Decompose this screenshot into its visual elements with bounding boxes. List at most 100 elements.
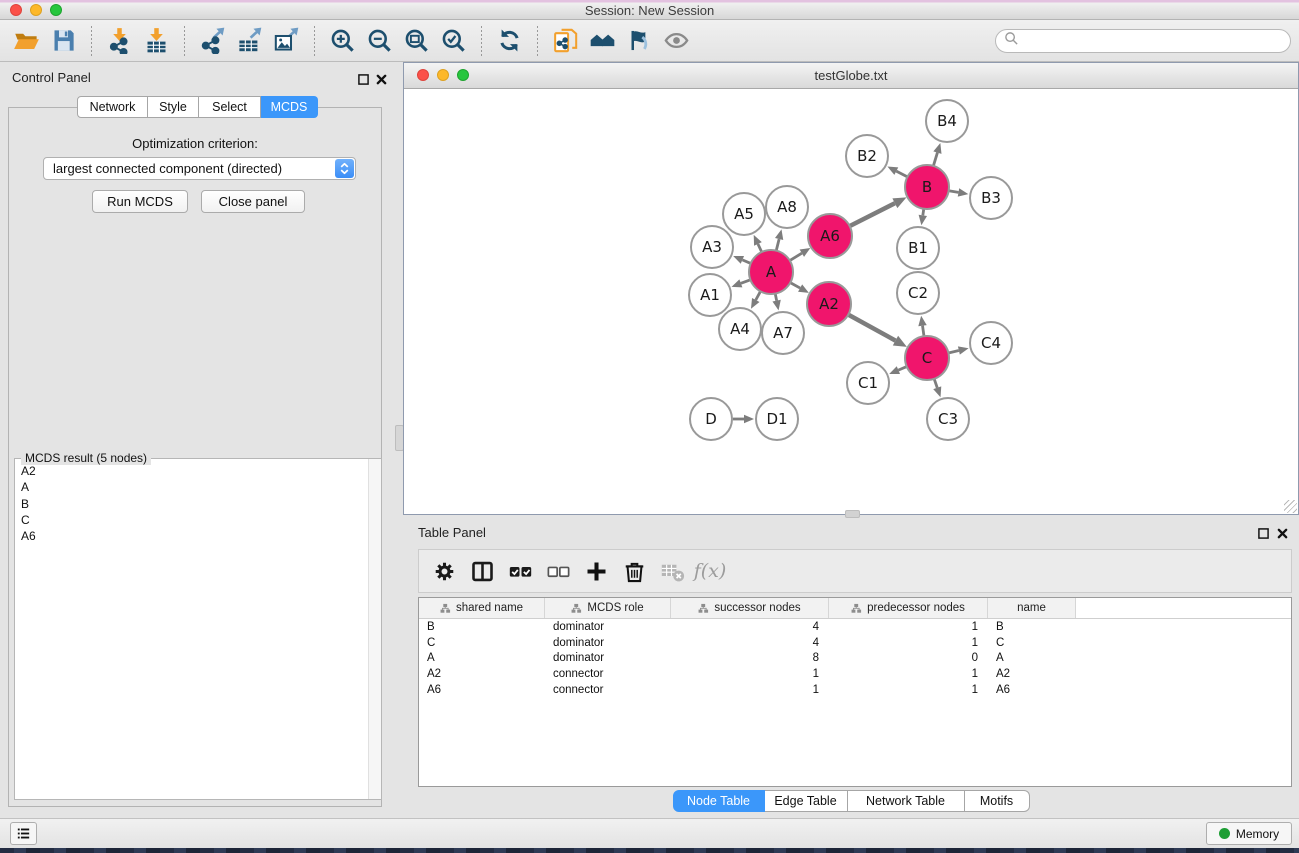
cell-successor-nodes[interactable]: 8 (671, 652, 829, 664)
node-B4[interactable]: B4 (926, 100, 968, 142)
node-C[interactable]: C (905, 336, 949, 380)
tab-network-table[interactable]: Network Table (848, 790, 965, 812)
column-header-name[interactable]: name (988, 598, 1076, 618)
search-input[interactable] (1024, 34, 1282, 48)
control-tab-mcds[interactable]: MCDS (261, 96, 318, 118)
column-header-successor-nodes[interactable]: successor nodes (671, 598, 829, 618)
cell-successor-nodes[interactable]: 1 (671, 684, 829, 696)
mcds-result-item[interactable]: C (21, 512, 367, 528)
edge-A-A3[interactable] (733, 256, 751, 264)
control-tab-style[interactable]: Style (148, 96, 199, 118)
zoom-out-icon[interactable] (361, 24, 398, 58)
horizontal-splitter-handle[interactable] (845, 510, 860, 518)
cell-shared-name[interactable]: A2 (419, 668, 545, 680)
edge-A-A7[interactable] (772, 294, 780, 311)
edge-D-D1[interactable] (733, 415, 754, 424)
cell-mcds-role[interactable]: connector (545, 684, 671, 696)
cell-name[interactable]: A (988, 652, 1076, 664)
cell-mcds-role[interactable]: dominator (545, 637, 671, 649)
home-view-icon[interactable] (584, 24, 621, 58)
refresh-layout-icon[interactable] (491, 24, 528, 58)
node-A6[interactable]: A6 (808, 214, 852, 258)
save-session-icon[interactable] (45, 24, 82, 58)
import-table-icon[interactable] (138, 24, 175, 58)
close-panel-icon[interactable] (374, 72, 388, 86)
add-column-icon[interactable] (577, 553, 615, 589)
mcds-result-item[interactable]: A (21, 479, 367, 495)
node-A1[interactable]: A1 (689, 274, 731, 316)
table-row[interactable]: Bdominator41B (419, 619, 1291, 635)
node-B3[interactable]: B3 (970, 177, 1012, 219)
node-C3[interactable]: C3 (927, 398, 969, 440)
node-A8[interactable]: A8 (766, 186, 808, 228)
edge-C-C4[interactable] (948, 346, 968, 354)
cell-shared-name[interactable]: C (419, 637, 545, 649)
network-canvas[interactable]: B4B2BB3A8A5A6A3B1AA1C2A2A4A7C4CC1C3DD1 (404, 89, 1298, 514)
mcds-result-item[interactable]: B (21, 496, 367, 512)
cell-predecessor-nodes[interactable]: 0 (829, 652, 988, 664)
column-header-shared-name[interactable]: shared name (419, 598, 545, 618)
search-box[interactable] (995, 29, 1291, 53)
cell-predecessor-nodes[interactable]: 1 (829, 621, 988, 633)
table-row[interactable]: Adominator80A (419, 651, 1291, 667)
node-A3[interactable]: A3 (691, 226, 733, 268)
export-table-icon[interactable] (231, 24, 268, 58)
cell-successor-nodes[interactable]: 1 (671, 668, 829, 680)
node-A4[interactable]: A4 (719, 308, 761, 350)
edge-A-A1[interactable] (732, 279, 751, 287)
edge-A-A5[interactable] (754, 235, 762, 252)
table-row[interactable]: A6connector11A6 (419, 682, 1291, 698)
column-header-predecessor-nodes[interactable]: predecessor nodes (829, 598, 988, 618)
mcds-result-item[interactable]: A2 (21, 463, 367, 479)
cell-name[interactable]: A2 (988, 668, 1076, 680)
edge-A6-B[interactable] (850, 197, 907, 226)
close-table-panel-icon[interactable] (1275, 526, 1289, 540)
edge-B-B3[interactable] (949, 188, 969, 196)
node-D1[interactable]: D1 (756, 398, 798, 440)
edge-B-B1[interactable] (919, 209, 927, 225)
table-row[interactable]: A2connector11A2 (419, 666, 1291, 682)
unselect-all-columns-icon[interactable] (539, 553, 577, 589)
control-tab-network[interactable]: Network (77, 96, 148, 118)
node-A7[interactable]: A7 (762, 312, 804, 354)
node-A[interactable]: A (749, 250, 793, 294)
select-all-columns-icon[interactable] (501, 553, 539, 589)
table-row[interactable]: Cdominator41C (419, 635, 1291, 651)
resize-grip[interactable] (1284, 500, 1297, 513)
cell-shared-name[interactable]: A (419, 652, 545, 664)
cell-predecessor-nodes[interactable]: 1 (829, 668, 988, 680)
node-B[interactable]: B (905, 165, 949, 209)
column-header-mcds-role[interactable]: MCDS role (545, 598, 671, 618)
edge-A-A8[interactable] (775, 229, 783, 250)
control-tab-select[interactable]: Select (199, 96, 261, 118)
result-scrollbar[interactable] (368, 459, 381, 799)
cell-mcds-role[interactable]: connector (545, 668, 671, 680)
node-A2[interactable]: A2 (807, 282, 851, 326)
memory-button[interactable]: Memory (1206, 822, 1292, 845)
cell-name[interactable]: A6 (988, 684, 1076, 696)
cell-predecessor-nodes[interactable]: 1 (829, 637, 988, 649)
task-history-button[interactable] (10, 822, 37, 845)
show-graphics-details-icon[interactable] (658, 24, 695, 58)
zoom-in-icon[interactable] (324, 24, 361, 58)
edge-B-B4[interactable] (933, 143, 941, 166)
tab-motifs[interactable]: Motifs (965, 790, 1030, 812)
cell-predecessor-nodes[interactable]: 1 (829, 684, 988, 696)
node-C1[interactable]: C1 (847, 362, 889, 404)
node-B2[interactable]: B2 (846, 135, 888, 177)
cell-shared-name[interactable]: A6 (419, 684, 545, 696)
run-mcds-button[interactable]: Run MCDS (92, 190, 188, 213)
tab-edge-table[interactable]: Edge Table (765, 790, 848, 812)
cell-name[interactable]: C (988, 637, 1076, 649)
export-image-icon[interactable] (268, 24, 305, 58)
edge-B-B2[interactable] (887, 167, 907, 177)
split-panel-icon[interactable] (463, 553, 501, 589)
import-network-icon[interactable] (101, 24, 138, 58)
close-panel-button[interactable]: Close panel (201, 190, 305, 213)
zoom-selected-icon[interactable] (435, 24, 472, 58)
edge-C-C2[interactable] (918, 316, 926, 336)
open-session-icon[interactable] (8, 24, 45, 58)
node-D[interactable]: D (690, 398, 732, 440)
node-A5[interactable]: A5 (723, 193, 765, 235)
cell-mcds-role[interactable]: dominator (545, 621, 671, 633)
